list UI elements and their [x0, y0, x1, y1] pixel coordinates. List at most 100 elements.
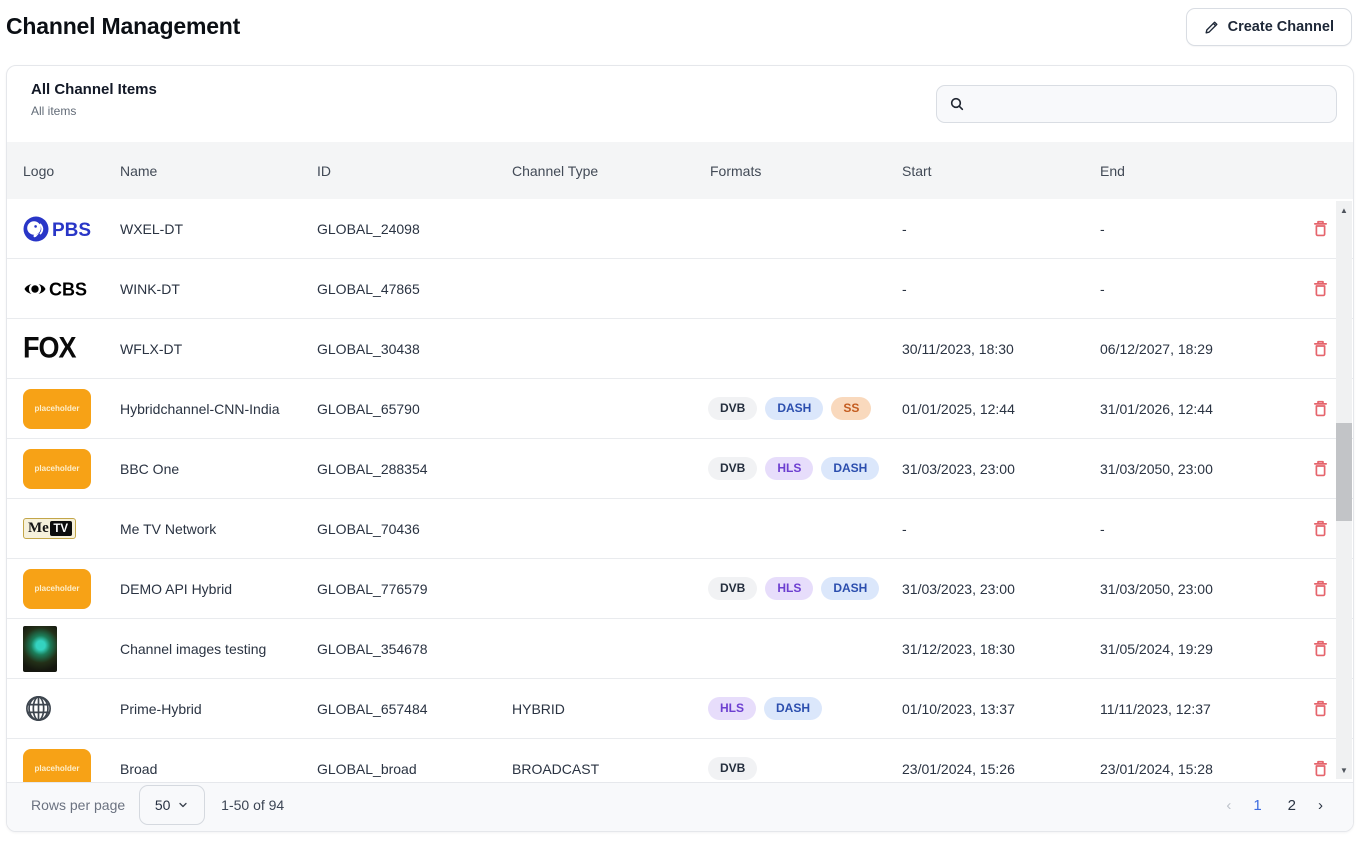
- create-channel-button[interactable]: Create Channel: [1186, 8, 1352, 46]
- pagination: ‹ 12 ›: [1220, 793, 1329, 818]
- column-header-logo: Logo: [17, 163, 114, 179]
- svg-text:PBS: PBS: [52, 220, 91, 241]
- globe-icon: [23, 693, 54, 724]
- trash-icon: [1312, 399, 1329, 418]
- trash-icon: [1312, 639, 1329, 658]
- rows-per-page-value: 50: [155, 797, 171, 813]
- vertical-scrollbar[interactable]: ▲ ▼: [1336, 201, 1352, 779]
- delete-channel-button[interactable]: [1308, 755, 1333, 782]
- table-row[interactable]: CBS WINK-DT GLOBAL_47865 - -: [7, 259, 1353, 319]
- channel-logo-cell: placeholder: [17, 569, 114, 609]
- trash-icon: [1312, 279, 1329, 298]
- channel-end-date: 06/12/2027, 18:29: [1094, 341, 1294, 357]
- channel-end-date: -: [1094, 521, 1294, 537]
- page-button-2[interactable]: 2: [1282, 793, 1302, 818]
- placeholder-logo: placeholder: [23, 749, 91, 785]
- channel-start-date: -: [896, 521, 1094, 537]
- next-page-button[interactable]: ›: [1312, 793, 1329, 818]
- channel-logo-cell: [17, 626, 114, 672]
- delete-channel-button[interactable]: [1308, 275, 1333, 302]
- channel-id: GLOBAL_65790: [311, 401, 506, 417]
- scroll-down-icon[interactable]: ▼: [1336, 763, 1352, 777]
- channel-end-date: -: [1094, 221, 1294, 237]
- channel-id: GLOBAL_47865: [311, 281, 506, 297]
- format-badge-dash: DASH: [821, 577, 879, 600]
- channel-formats: DVBHLSDASH: [704, 577, 896, 600]
- channel-start-date: -: [896, 281, 1094, 297]
- delete-channel-button[interactable]: [1308, 215, 1333, 242]
- channel-end-date: 11/11/2023, 12:37: [1094, 701, 1294, 717]
- channel-type: BROADCAST: [506, 761, 704, 777]
- table-row[interactable]: placeholder Broad GLOBAL_broad BROADCAST…: [7, 739, 1353, 784]
- table-row[interactable]: placeholder Hybridchannel-CNN-India GLOB…: [7, 379, 1353, 439]
- rows-per-page-label: Rows per page: [31, 797, 125, 813]
- pbs-logo: PBS: [23, 215, 93, 243]
- channel-start-date: -: [896, 221, 1094, 237]
- scrollbar-thumb[interactable]: [1336, 423, 1352, 521]
- channel-id: GLOBAL_288354: [311, 461, 506, 477]
- format-badge-hls: HLS: [708, 697, 756, 720]
- column-header-formats: Formats: [704, 163, 896, 179]
- format-badge-dvb: DVB: [708, 757, 757, 780]
- channel-logo-cell: [17, 693, 114, 724]
- channel-formats: HLSDASH: [704, 697, 896, 720]
- delete-channel-button[interactable]: [1308, 635, 1333, 662]
- channel-logo-cell: placeholder: [17, 749, 114, 785]
- table-row[interactable]: MeTV Me TV Network GLOBAL_70436 - -: [7, 499, 1353, 559]
- channel-end-date: -: [1094, 281, 1294, 297]
- prev-page-button[interactable]: ‹: [1220, 793, 1237, 818]
- table-body: PBS WXEL-DT GLOBAL_24098 - -: [7, 199, 1353, 784]
- svg-text:CBS: CBS: [49, 279, 87, 299]
- delete-channel-button[interactable]: [1308, 455, 1333, 482]
- channel-id: GLOBAL_30438: [311, 341, 506, 357]
- channel-logo-cell: PBS: [17, 215, 114, 243]
- pagination-range-text: 1-50 of 94: [221, 797, 284, 813]
- search-input[interactable]: [973, 96, 1324, 112]
- fox-logo: FOX: [23, 333, 76, 364]
- channel-start-date: 31/03/2023, 23:00: [896, 461, 1094, 477]
- channel-id: GLOBAL_24098: [311, 221, 506, 237]
- delete-channel-button[interactable]: [1308, 335, 1333, 362]
- channel-logo-cell: FOX: [17, 333, 114, 364]
- channel-id: GLOBAL_70436: [311, 521, 506, 537]
- column-header-name: Name: [114, 163, 311, 179]
- table-row[interactable]: Channel images testing GLOBAL_354678 31/…: [7, 619, 1353, 679]
- search-icon: [949, 96, 965, 112]
- channel-list-card: All Channel Items All items LogoNameIDCh…: [6, 65, 1354, 832]
- channel-logo-cell: MeTV: [17, 518, 114, 539]
- channel-end-date: 23/01/2024, 15:28: [1094, 761, 1294, 777]
- channel-name: WFLX-DT: [114, 341, 311, 357]
- table-row[interactable]: FOX WFLX-DT GLOBAL_30438 30/11/2023, 18:…: [7, 319, 1353, 379]
- rows-per-page-select[interactable]: 50: [139, 785, 205, 825]
- trash-icon: [1312, 519, 1329, 538]
- channel-end-date: 31/01/2026, 12:44: [1094, 401, 1294, 417]
- channel-name: DEMO API Hybrid: [114, 581, 311, 597]
- delete-channel-button[interactable]: [1308, 515, 1333, 542]
- format-badge-dash: DASH: [821, 457, 879, 480]
- delete-channel-button[interactable]: [1308, 575, 1333, 602]
- channel-type: HYBRID: [506, 701, 704, 717]
- channel-id: GLOBAL_776579: [311, 581, 506, 597]
- channel-id: GLOBAL_354678: [311, 641, 506, 657]
- table-row[interactable]: PBS WXEL-DT GLOBAL_24098 - -: [7, 199, 1353, 259]
- format-badge-dvb: DVB: [708, 577, 757, 600]
- page-title: Channel Management: [6, 13, 240, 40]
- placeholder-logo: placeholder: [23, 449, 91, 489]
- delete-channel-button[interactable]: [1308, 695, 1333, 722]
- channel-logo-cell: placeholder: [17, 389, 114, 429]
- channel-name: Me TV Network: [114, 521, 311, 537]
- channel-start-date: 23/01/2024, 15:26: [896, 761, 1094, 777]
- scroll-up-icon[interactable]: ▲: [1336, 203, 1352, 217]
- channel-name: Prime-Hybrid: [114, 701, 311, 717]
- table-row[interactable]: Prime-Hybrid GLOBAL_657484 HYBRID HLSDAS…: [7, 679, 1353, 739]
- channel-name: Broad: [114, 761, 311, 777]
- table-row[interactable]: placeholder DEMO API Hybrid GLOBAL_77657…: [7, 559, 1353, 619]
- delete-channel-button[interactable]: [1308, 395, 1333, 422]
- channel-id: GLOBAL_broad: [311, 761, 506, 777]
- page-button-1[interactable]: 1: [1247, 793, 1267, 818]
- table-row[interactable]: placeholder BBC One GLOBAL_288354 DVBHLS…: [7, 439, 1353, 499]
- channel-image-thumbnail: [23, 626, 57, 672]
- trash-icon: [1312, 219, 1329, 238]
- search-box[interactable]: [936, 85, 1337, 123]
- channel-formats: DVBDASHSS: [704, 397, 896, 420]
